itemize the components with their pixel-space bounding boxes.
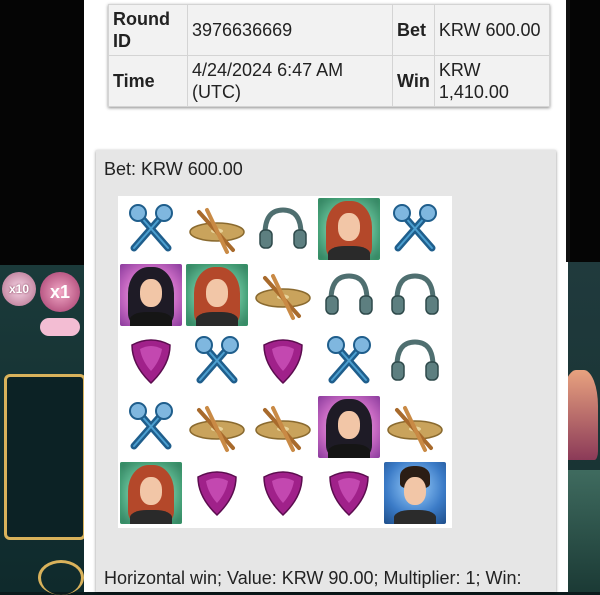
drum-cymbal-icon [187,202,247,256]
ginger-singer-portrait [318,198,380,260]
reel-cell [118,196,184,262]
spin-result-panel: Bet: KRW 600.00 Horizontal win; Value: K… [96,150,556,592]
time-value: 4/24/2024 6:47 AM (UTC) [187,55,393,107]
round-info-row: Time 4/24/2024 6:47 AM (UTC) Win KRW 1,4… [108,55,551,107]
reel-cell [316,460,382,526]
headphones-icon [388,334,442,388]
drum-cymbal-icon [253,268,313,322]
time-label: Time [108,55,188,107]
headphones-icon [388,268,442,322]
reel-cell [250,394,316,460]
reel-cell [184,328,250,394]
background-gold-ring [38,560,84,595]
drum-cymbal-icon [253,400,313,454]
guitar-pick-icon [258,467,308,519]
reel-cell [118,262,184,328]
background-multiplier-badge: x10 [2,272,36,306]
background-ornament [40,318,80,336]
round-id-label: Round ID [108,4,188,56]
round-id-value: 3976636669 [187,4,393,56]
microphone-icon [124,202,178,256]
win-line-description: Horizontal win; Value: KRW 90.00; Multip… [104,568,522,588]
reel-cell [382,262,448,328]
headphones-icon [322,268,376,322]
dialog-edge [566,0,570,262]
reel-cell [184,460,250,526]
guitar-pick-icon [126,335,176,387]
drum-cymbal-icon [187,400,247,454]
reel-cell [184,394,250,460]
reel-cell [316,196,382,262]
drum-cymbal-icon [385,400,445,454]
reel-cell [250,328,316,394]
round-info-row: Round ID 3976636669 Bet KRW 600.00 [108,4,551,56]
microphone-icon [190,334,244,388]
bet-label: Bet [392,4,435,56]
ginger-singer-portrait [186,264,248,326]
reel-cell [316,262,382,328]
background-side-panel [4,374,86,540]
bet-value: KRW 600.00 [433,4,551,56]
headphones-icon [256,202,310,256]
round-info-table: Round ID 3976636669 Bet KRW 600.00 Time … [108,4,551,107]
dark-hair-singer-portrait [120,264,182,326]
reel-cell [382,394,448,460]
win-value: KRW 1,410.00 [433,55,551,107]
male-singer-portrait [384,462,446,524]
ginger-singer-portrait [120,462,182,524]
dark-hair-singer-portrait [318,396,380,458]
reel-cell [184,196,250,262]
reel-grid [118,196,452,528]
reel-cell [118,460,184,526]
reel-cell [382,460,448,526]
win-label: Win [392,55,435,107]
reel-cell [184,262,250,328]
guitar-pick-icon [258,335,308,387]
panel-bet-text: Bet: KRW 600.00 [104,159,243,179]
guitar-pick-icon [324,467,374,519]
reel-cell [118,328,184,394]
reel-cell [250,196,316,262]
microphone-icon [322,334,376,388]
microphone-icon [388,202,442,256]
reel-cell [382,328,448,394]
reel-cell [316,394,382,460]
reel-cell [316,328,382,394]
reel-cell [250,460,316,526]
reel-cell [118,394,184,460]
microphone-icon [124,400,178,454]
guitar-pick-icon [192,467,242,519]
background-multiplier-badge-large: x1 [40,272,80,312]
reel-cell [250,262,316,328]
reel-cell [382,196,448,262]
